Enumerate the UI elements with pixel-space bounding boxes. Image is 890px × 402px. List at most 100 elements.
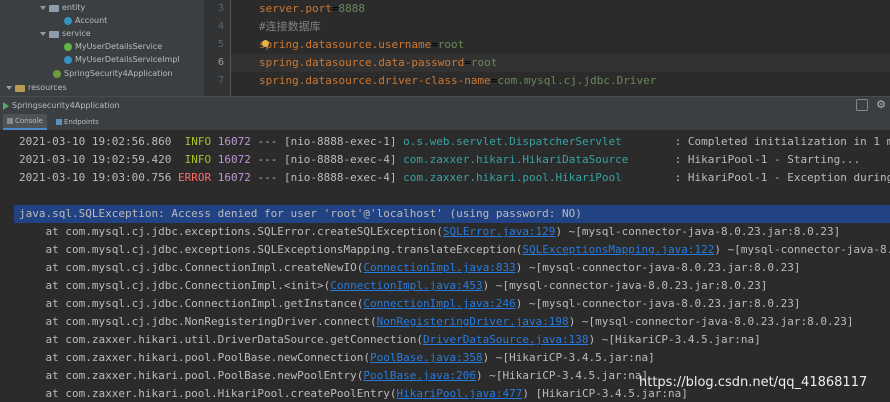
tree-item-label: MyUserDetailsServiceImpl — [75, 55, 180, 64]
log-message: : HikariPool-1 - Exception during p — [621, 171, 890, 184]
stack-trace-line: at com.mysql.cj.jdbc.ConnectionImpl.getI… — [19, 295, 800, 313]
tree-item-label: MyUserDetailsService — [75, 42, 163, 51]
run-tool-window-header: Springsecurity4Application ⚙ — [0, 96, 890, 114]
property-key: spring.datasource.driver-class-name — [259, 74, 491, 87]
tab-console[interactable]: Console — [3, 114, 47, 130]
line-number: 6 — [217, 57, 224, 68]
log-level: ERROR — [177, 171, 212, 184]
source-link[interactable]: PoolBase.java:206 — [363, 369, 476, 382]
tree-item-myuserdetailsserviceimpl[interactable]: MyUserDetailsServiceImpl — [64, 54, 180, 66]
code-line[interactable]: #连接数据库 — [259, 18, 321, 36]
stack-jar: ) ~[HikariCP-3.4.5.jar:na] — [475, 369, 649, 382]
property-value: root — [470, 56, 498, 69]
interface-icon — [64, 43, 72, 51]
stack-frame: at com.mysql.cj.jdbc.exceptions.SQLExcep… — [19, 243, 523, 256]
code-line-current[interactable]: spring.datasource.data-password=root — [231, 54, 890, 72]
stack-trace-line: at com.zaxxer.hikari.pool.PoolBase.newPo… — [19, 367, 648, 385]
intention-bulb-icon[interactable] — [262, 40, 269, 47]
log-timestamp: 2021-03-10 19:02:59.420 — [19, 153, 172, 166]
run-icon — [3, 101, 9, 110]
source-link[interactable]: ConnectionImpl.java:833 — [363, 261, 515, 274]
tree-item-label: Account — [75, 16, 108, 25]
code-editor[interactable]: server.port=8888 #连接数据库 spring.datasourc… — [231, 0, 890, 96]
property-value: root — [437, 38, 465, 51]
code-line[interactable]: spring.datasource.username=root — [259, 36, 464, 54]
stack-trace-line: at com.mysql.cj.jdbc.ConnectionImpl.<ini… — [19, 277, 767, 295]
stack-trace-line: at com.zaxxer.hikari.pool.HikariPool.cre… — [19, 385, 687, 402]
stack-frame: at com.zaxxer.hikari.pool.PoolBase.newCo… — [19, 351, 370, 364]
run-tab-label: Springsecurity4Application — [12, 101, 120, 110]
log-level: INFO — [184, 135, 212, 148]
stack-trace-line: at com.mysql.cj.jdbc.exceptions.SQLExcep… — [19, 241, 890, 259]
property-value: 8888 — [338, 2, 365, 15]
stack-frame: at com.mysql.cj.jdbc.NonRegisteringDrive… — [19, 315, 377, 328]
stack-jar: ) ~[mysql-connector-java-8.0.23.jar:8.0.… — [515, 261, 801, 274]
log-logger: com.zaxxer.hikari.HikariDataSource — [403, 153, 629, 166]
stack-jar: ) ~[mysql-connector-java-8.0.23.jar:8.0.… — [515, 297, 801, 310]
tree-item-label: resources — [28, 83, 67, 92]
source-link[interactable]: PoolBase.java:358 — [370, 351, 483, 364]
line-number: 7 — [217, 75, 224, 86]
code-comment: #连接数据库 — [259, 20, 321, 33]
source-link[interactable]: HikariPool.java:477 — [397, 387, 523, 400]
stack-jar: ) ~[mysql-connector-java-8.0.23.jar:8.0.… — [568, 315, 854, 328]
watermark: https://blog.csdn.net/qq_41868117 — [639, 375, 868, 390]
source-link[interactable]: SQLError.java:129 — [443, 225, 556, 238]
source-link[interactable]: ConnectionImpl.java:453 — [330, 279, 482, 292]
log-thread: --- [nio-8888-exec-1] — [257, 135, 397, 148]
stack-jar: ) ~[HikariCP-3.4.5.jar:na] — [482, 351, 655, 364]
class-icon — [64, 56, 72, 64]
folder-icon — [49, 4, 59, 12]
class-icon — [64, 17, 72, 25]
log-line: 2021-03-10 19:03:00.756 ERROR 16072 --- … — [19, 169, 890, 187]
line-number-gutter: 3 4 5 6 7 — [204, 0, 230, 96]
spring-boot-class-icon — [53, 70, 61, 78]
stack-trace-line: at com.mysql.cj.jdbc.exceptions.SQLError… — [19, 223, 840, 241]
expand-arrow-icon[interactable] — [6, 86, 12, 90]
log-pid: 16072 — [217, 135, 251, 148]
stack-trace-line: at com.mysql.cj.jdbc.NonRegisteringDrive… — [19, 313, 853, 331]
console-icon — [7, 118, 13, 124]
tree-item-entity[interactable]: entity — [40, 2, 85, 14]
code-line[interactable]: spring.datasource.driver-class-name=com.… — [259, 72, 656, 90]
tree-item-myuserdetailsservice[interactable]: MyUserDetailsService — [64, 41, 162, 53]
tree-item-resources[interactable]: resources — [6, 82, 67, 94]
code-line[interactable]: server.port=8888 — [259, 0, 365, 18]
stack-frame: at com.mysql.cj.jdbc.exceptions.SQLError… — [19, 225, 443, 238]
tree-item-account[interactable]: Account — [64, 15, 107, 27]
tree-item-service[interactable]: service — [40, 28, 91, 40]
tree-item-label: SpringSecurity4Application — [64, 69, 173, 78]
stack-jar: ) ~[HikariCP-3.4.5.jar:na] — [588, 333, 761, 346]
run-tab[interactable]: Springsecurity4Application — [3, 99, 120, 112]
restore-icon[interactable] — [856, 99, 868, 111]
log-level: INFO — [184, 153, 212, 166]
property-key: server.port — [259, 2, 332, 15]
log-pid: 16072 — [217, 153, 251, 166]
stack-jar: ) ~[mysql-connector-java-8.0.23.jar:8.0.… — [555, 225, 841, 238]
tree-item-springsecurity4application[interactable]: SpringSecurity4Application — [53, 68, 172, 80]
property-value: com.mysql.cj.jdbc.Driver — [497, 74, 657, 87]
stack-jar: ) ~[mysql-connector-java-8.0.23.jar:8.0.… — [482, 279, 768, 292]
stack-jar: ) ~[mysql-connector-java-8.0. — [714, 243, 890, 256]
expand-arrow-icon[interactable] — [40, 6, 46, 10]
project-tree: entity Account service MyUserDetailsServ… — [0, 0, 204, 96]
log-thread: --- [nio-8888-exec-4] — [257, 153, 397, 166]
gear-icon[interactable]: ⚙ — [876, 98, 886, 111]
exception-line-selected[interactable]: java.sql.SQLException: Access denied for… — [14, 205, 890, 223]
console-output[interactable]: 2021-03-10 19:02:56.860 INFO 16072 --- [… — [0, 131, 890, 402]
line-number: 3 — [217, 3, 224, 14]
source-link[interactable]: NonRegisteringDriver.java:198 — [377, 315, 569, 328]
line-number: 4 — [217, 21, 224, 32]
tab-endpoints[interactable]: Endpoints — [52, 114, 103, 130]
tab-label: Console — [15, 117, 43, 125]
folder-icon — [15, 84, 25, 92]
source-link[interactable]: SQLExceptionsMapping.java:122 — [522, 243, 714, 256]
stack-trace-line: at com.mysql.cj.jdbc.ConnectionImpl.crea… — [19, 259, 800, 277]
property-key: spring.datasource.data-password — [259, 56, 465, 69]
source-link[interactable]: DriverDataSource.java:138 — [423, 333, 589, 346]
endpoints-icon — [56, 119, 62, 125]
stack-frame: at com.mysql.cj.jdbc.ConnectionImpl.crea… — [19, 261, 364, 274]
expand-arrow-icon[interactable] — [40, 32, 46, 36]
source-link[interactable]: ConnectionImpl.java:246 — [363, 297, 515, 310]
log-line: 2021-03-10 19:02:59.420 INFO 16072 --- [… — [19, 151, 860, 169]
